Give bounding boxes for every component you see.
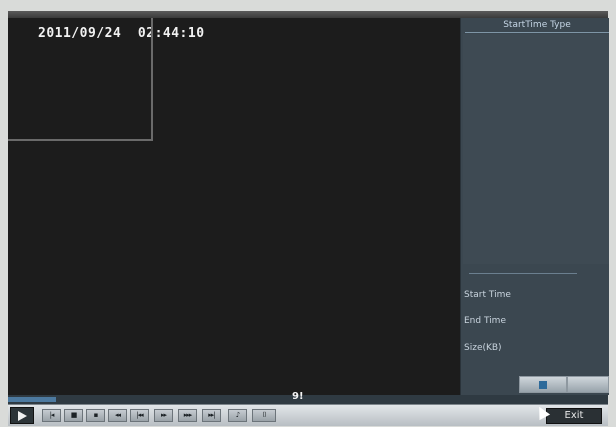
video-area[interactable]: 2011/09/24 02:44:10 [8, 18, 460, 395]
control-bar: Exit |◂ ■ ▪ ◂◂ |◂◂ ▸▸ ▸▸▸ ▸▸| ♪ ⌷ [8, 403, 608, 426]
osd-timestamp: 2011/09/24 02:44:10 [38, 26, 205, 41]
start-time-label: Start Time [464, 290, 511, 300]
top-edge-strip [8, 11, 608, 18]
skip-back-button[interactable]: |◂◂ [130, 409, 149, 422]
next-file-button[interactable]: ▸▸| [202, 409, 221, 422]
channel-split-horizontal [8, 139, 153, 141]
fast-forward-button[interactable]: ▸▸▸ [178, 409, 197, 422]
file-list[interactable] [463, 34, 609, 264]
panel-next-button[interactable] [567, 376, 609, 393]
pause-button[interactable]: ▪ [86, 409, 105, 422]
panel-divider [469, 273, 577, 274]
audio-button[interactable]: ♪ [228, 409, 247, 422]
file-play-icon [539, 380, 547, 389]
file-list-header[interactable]: StartTime Type [465, 18, 609, 33]
exit-button[interactable]: Exit [546, 408, 602, 424]
panel-play-file-button[interactable] [519, 376, 567, 393]
progress-fill [8, 397, 56, 402]
end-time-label: End Time [464, 316, 506, 326]
progress-label: 9! [292, 391, 304, 402]
play-icon [18, 411, 27, 421]
dvr-playback-screen: 2011/09/24 02:44:10 StartTime Type Start… [8, 11, 609, 426]
stop-button[interactable]: ■ [64, 409, 83, 422]
size-label: Size(KB) [464, 343, 502, 353]
prev-frame-button[interactable]: |◂ [42, 409, 61, 422]
file-info-panel: StartTime Type Start Time End Time Size(… [460, 18, 609, 395]
playback-progress-bar[interactable] [8, 395, 608, 404]
fullscreen-button[interactable]: ⌷ [252, 409, 276, 422]
fast-backward-button[interactable]: ◂◂ [108, 409, 127, 422]
play-button[interactable] [10, 407, 34, 424]
channel-split-vertical [151, 18, 153, 140]
slow-button[interactable]: ▸▸ [154, 409, 173, 422]
